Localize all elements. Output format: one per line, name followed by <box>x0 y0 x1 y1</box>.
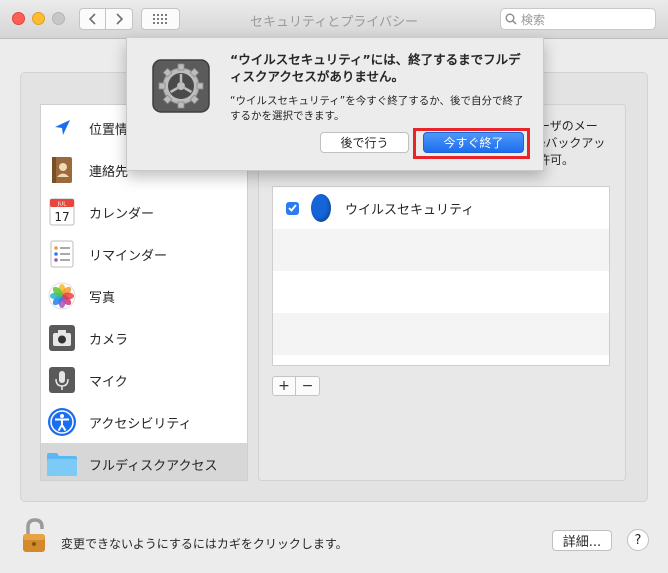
sidebar-item-accessibility[interactable]: アクセシビリティ <box>41 401 247 443</box>
search-field[interactable]: 検索 <box>500 8 656 30</box>
help-button[interactable]: ? <box>627 529 649 551</box>
app-name: ウイルスセキュリティ <box>345 202 475 218</box>
remove-app-button[interactable]: − <box>296 376 320 396</box>
sidebar-item-label: カメラ <box>89 332 129 348</box>
reminders-icon <box>46 238 78 270</box>
later-button[interactable]: 後で行う <box>320 132 409 153</box>
description-line: eバックアッ <box>538 136 606 150</box>
sidebar-item-microphone[interactable]: マイク <box>41 359 247 401</box>
highlight-box <box>413 128 530 159</box>
sidebar-item-label: 連絡先 <box>89 164 129 180</box>
sidebar-item-camera[interactable]: カメラ <box>41 317 247 359</box>
title-bar: セキュリティとプライバシー 検索 <box>0 0 668 39</box>
sidebar-item-label: 写真 <box>89 290 116 306</box>
empty-row <box>273 313 609 355</box>
folder-icon <box>46 448 78 480</box>
app-list[interactable]: ウイルスセキュリティ <box>272 186 610 366</box>
description-line: 許可。 <box>538 153 575 167</box>
lock-icon[interactable] <box>20 518 52 554</box>
location-arrow-icon <box>46 112 78 144</box>
sidebar-item-full-disk-access[interactable]: フルディスクアクセス <box>41 443 247 480</box>
photos-icon <box>46 280 78 312</box>
alert-title: “ウイルスセキュリティ”には、終了するまでフルディスクアクセスがありません。 <box>230 52 521 84</box>
calendar-month-text: JUL <box>57 202 68 208</box>
panel-description: ーザのメー eバックアッ 許可。 <box>538 118 605 169</box>
add-app-button[interactable]: + <box>272 376 296 396</box>
sidebar-item-label: アクセシビリティ <box>89 416 192 432</box>
lock-hint-text: 変更できないようにするにはカギをクリックします。 <box>61 537 348 551</box>
sidebar-item-photos[interactable]: 写真 <box>41 275 247 317</box>
sidebar-item-label: マイク <box>89 374 128 390</box>
app-checkbox[interactable] <box>286 201 299 215</box>
accessibility-icon <box>46 406 78 438</box>
sidebar-item-label: フルディスクアクセス <box>89 458 218 474</box>
sidebar-item-calendar[interactable]: JUL 17 カレンダー <box>41 191 247 233</box>
list-item[interactable]: ウイルスセキュリティ <box>273 187 609 229</box>
sidebar-item-reminders[interactable]: リマインダー <box>41 233 247 275</box>
alert-message: “ウイルスセキュリティ”を今すぐ終了するか、後で自分で終了するかを選択できます。 <box>230 95 524 122</box>
calendar-icon: JUL 17 <box>46 196 78 228</box>
empty-row <box>273 271 609 313</box>
details-button[interactable]: 詳細... <box>552 530 612 551</box>
app-icon <box>311 194 331 222</box>
calendar-day-text: 17 <box>54 210 69 224</box>
search-icon <box>505 13 517 25</box>
checkmark-icon <box>288 204 297 212</box>
microphone-icon <box>46 364 78 396</box>
contacts-book-icon <box>46 154 78 186</box>
search-placeholder: 検索 <box>521 12 546 27</box>
system-preferences-icon <box>151 58 211 114</box>
camera-icon <box>46 322 78 354</box>
sidebar-item-label: リマインダー <box>89 248 168 264</box>
description-line: ーザのメー <box>538 119 598 133</box>
empty-row <box>273 229 609 271</box>
sidebar-item-label: カレンダー <box>89 206 155 222</box>
